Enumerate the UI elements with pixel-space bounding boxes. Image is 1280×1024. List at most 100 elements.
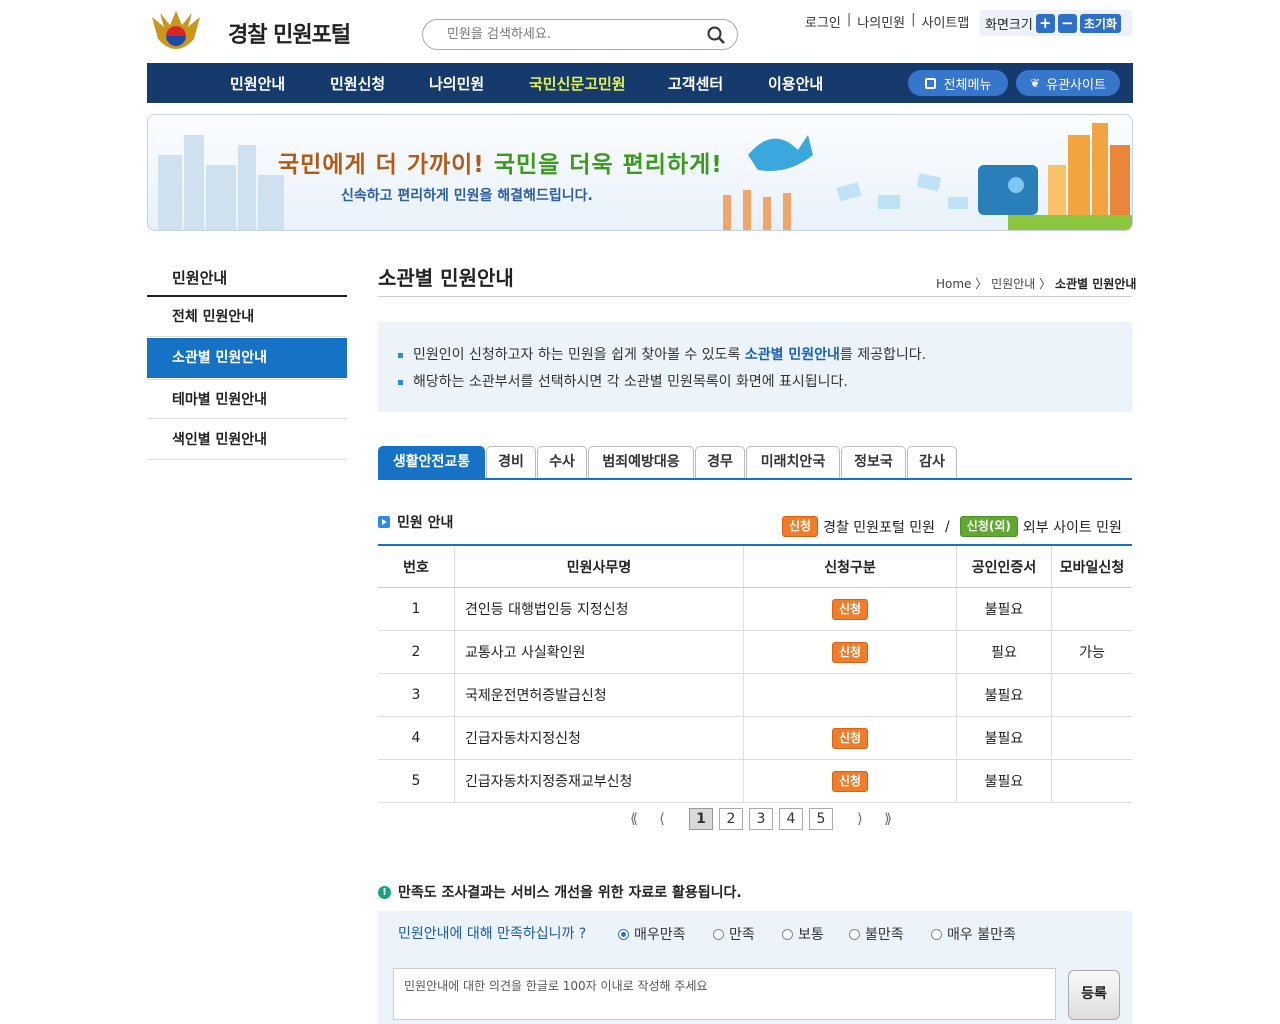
site-logo[interactable]: 경찰 민원포털	[150, 8, 370, 58]
submit-button[interactable]: 등록	[1068, 970, 1120, 1020]
opinion-textarea[interactable]: 민원안내에 대한 의견을 한글로 100자 이내로 작성해 주세요	[393, 968, 1056, 1020]
sidebar-item-by-department[interactable]: 소관별 민원안내	[147, 338, 347, 378]
search-icon[interactable]	[707, 26, 725, 44]
all-menu-label: 전체메뉴	[943, 77, 992, 93]
radio-very-dissatisfied[interactable]: 매우 불만족	[931, 924, 1016, 944]
row-mobile	[1051, 716, 1132, 760]
page-title: 소관별 민원안내	[378, 266, 514, 290]
tab-future-policing[interactable]: 미래치안국	[746, 446, 840, 478]
tab-traffic-safety[interactable]: 생활안전교통	[378, 446, 485, 478]
radio-neutral[interactable]: 보통	[782, 924, 824, 944]
nav-item-apply[interactable]: 민원신청	[330, 73, 385, 94]
radio-satisfied[interactable]: 만족	[713, 924, 755, 944]
legend-apply-text: 경찰 민원포털 민원	[823, 519, 936, 536]
font-decrease-button[interactable]: −	[1057, 13, 1077, 33]
tab-audit[interactable]: 감사	[907, 446, 957, 478]
page-5[interactable]: 5	[809, 808, 833, 830]
radio-dot[interactable]	[849, 928, 860, 940]
font-reset-button[interactable]: 초기화	[1079, 13, 1121, 33]
survey-title-text: 만족도 조사결과는 서비스 개선을 위한 자료로 활용됩니다.	[398, 885, 742, 901]
row-mobile	[1051, 673, 1132, 717]
col-apply-type: 신청구분	[743, 544, 957, 588]
tab-administration[interactable]: 경무	[695, 446, 745, 478]
row-number: 1	[378, 587, 455, 631]
sidebar-item-all[interactable]: 전체 민원안내	[147, 297, 347, 337]
all-menu-button[interactable]: 전체메뉴	[908, 70, 1008, 96]
bullet-icon	[398, 352, 403, 358]
menu-icon	[924, 77, 936, 89]
radio-label: 매우 불만족	[947, 927, 1016, 943]
tab-crime-prevention[interactable]: 범죄예방대응	[588, 446, 694, 478]
survey-question: 민원안내에 대해 만족하십니까 ?	[398, 926, 587, 942]
row-name[interactable]: 교통사고 사실확인원	[454, 630, 744, 674]
row-apply-type: 신청	[743, 587, 957, 631]
tab-investigation[interactable]: 수사	[537, 446, 587, 478]
prev-page-button[interactable]: ⟨	[648, 811, 676, 827]
nav-item-guide[interactable]: 민원안내	[230, 73, 285, 94]
font-increase-button[interactable]: +	[1035, 13, 1055, 33]
row-name[interactable]: 견인등 대행법인등 지정신청	[454, 587, 744, 631]
survey-title: ! 만족도 조사결과는 서비스 개선을 위한 자료로 활용됩니다.	[378, 882, 742, 902]
row-name[interactable]: 국제운전면허증발급신청	[454, 673, 744, 717]
apply-button[interactable]: 신청	[831, 770, 869, 792]
row-certificate: 불필요	[956, 716, 1052, 760]
radio-dot[interactable]	[713, 928, 724, 940]
legend-apply-badge: 신청	[782, 516, 819, 537]
radio-dot[interactable]	[782, 928, 793, 940]
page-1[interactable]: 1	[689, 808, 713, 830]
breadcrumb-guide[interactable]: 민원안내	[991, 277, 1035, 291]
my-complaints-link[interactable]: 나의민원	[857, 12, 905, 31]
sidebar-item-by-index[interactable]: 색인별 민원안내	[147, 420, 347, 460]
info-box: 민원인이 신청하고자 하는 민원을 쉽게 찾아볼 수 있도록 소관별 민원안내를…	[378, 322, 1132, 412]
col-mobile: 모바일신청	[1051, 544, 1132, 588]
row-name[interactable]: 긴급자동차지정신청	[454, 716, 744, 760]
radio-dot[interactable]	[931, 928, 942, 940]
nav-item-customer-center[interactable]: 고객센터	[668, 73, 723, 94]
row-number: 5	[378, 759, 455, 803]
related-sites-button[interactable]: ❦ 유관사이트	[1016, 70, 1120, 96]
apply-button[interactable]: 신청	[831, 598, 869, 620]
radio-dissatisfied[interactable]: 불만족	[849, 924, 904, 944]
page-2[interactable]: 2	[719, 808, 743, 830]
last-page-button[interactable]: ⟫	[874, 811, 902, 827]
separator: |	[911, 12, 916, 27]
breadcrumb-home[interactable]: Home	[936, 277, 971, 291]
sitemap-link[interactable]: 사이트맵	[922, 12, 970, 31]
legend-external-badge: 신청(외)	[959, 516, 1018, 537]
complaint-table: 번호 민원사무명 신청구분 공인인증서 모바일신청 1 견인등 대행법인등 지정신…	[378, 544, 1132, 803]
col-number: 번호	[378, 544, 455, 588]
search-input[interactable]	[445, 26, 699, 43]
nav-item-usage[interactable]: 이용안내	[768, 73, 823, 94]
row-certificate: 필요	[956, 630, 1052, 674]
login-link[interactable]: 로그인	[805, 12, 841, 31]
row-name[interactable]: 긴급자동차지정증재교부신청	[454, 759, 744, 803]
related-sites-label: 유관사이트	[1046, 77, 1106, 93]
search-box[interactable]	[422, 19, 738, 50]
tab-security[interactable]: 경비	[486, 446, 536, 478]
row-number: 3	[378, 673, 455, 717]
radio-very-satisfied[interactable]: 매우만족	[618, 924, 686, 944]
col-name: 민원사무명	[454, 544, 744, 588]
row-number: 2	[378, 630, 455, 674]
nav-item-sinmungo[interactable]: 국민신문고민원	[529, 73, 626, 94]
info-line1-pre: 민원인이 신청하고자 하는 민원을 쉽게 찾아볼 수 있도록	[413, 347, 745, 363]
next-page-button[interactable]: ⟩	[846, 811, 874, 827]
logo-text: 경찰 민원포털	[228, 23, 351, 48]
survey-box: 민원안내에 대해 만족하십니까 ? 매우만족 만족 보통 불만족 매우 불만족 …	[378, 911, 1132, 1024]
page-4[interactable]: 4	[779, 808, 803, 830]
sidebar-item-by-theme[interactable]: 테마별 민원안내	[147, 379, 347, 419]
tab-intelligence[interactable]: 정보국	[841, 446, 906, 478]
banner-title: 국민에게 더 가까이! 국민을 더욱 편리하게!	[278, 145, 723, 179]
info-line2: 해당하는 소관부서를 선택하시면 각 소관별 민원목록이 화면에 표시됩니다.	[413, 374, 848, 390]
apply-button[interactable]: 신청	[831, 641, 869, 663]
nav-item-my[interactable]: 나의민원	[429, 73, 484, 94]
row-mobile	[1051, 759, 1132, 803]
eagle-icon: ❦	[1030, 76, 1041, 90]
table-row: 2 교통사고 사실확인원 신청 필요 가능	[378, 630, 1132, 674]
first-page-button[interactable]: ⟪	[620, 811, 648, 827]
table-row: 4 긴급자동차지정신청 신청 불필요	[378, 716, 1132, 760]
apply-button[interactable]: 신청	[831, 727, 869, 749]
radio-dot[interactable]	[618, 928, 629, 940]
row-apply-type: 신청	[743, 716, 957, 760]
page-3[interactable]: 3	[749, 808, 773, 830]
